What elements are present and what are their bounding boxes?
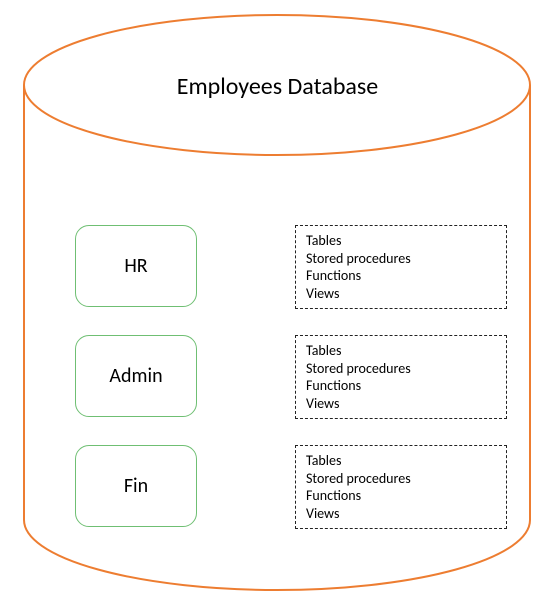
object-item: Views [306, 395, 496, 413]
schema-box-hr: HR [75, 225, 197, 307]
objects-box: Tables Stored procedures Functions Views [295, 225, 507, 309]
schema-label: Admin [109, 364, 162, 388]
database-diagram: Employees Database HR Tables Stored proc… [0, 0, 555, 598]
object-item: Tables [306, 342, 496, 360]
object-item: Functions [306, 377, 496, 395]
schema-box-fin: Fin [75, 445, 197, 527]
object-item: Views [306, 505, 496, 523]
object-item: Functions [306, 487, 496, 505]
object-item: Stored procedures [306, 250, 496, 268]
schema-label: Fin [124, 474, 148, 498]
object-item: Stored procedures [306, 470, 496, 488]
object-item: Functions [306, 267, 496, 285]
object-item: Tables [306, 232, 496, 250]
schema-box-admin: Admin [75, 335, 197, 417]
objects-box: Tables Stored procedures Functions Views [295, 335, 507, 419]
object-item: Views [306, 285, 496, 303]
database-title: Employees Database [0, 72, 555, 101]
object-item: Tables [306, 452, 496, 470]
schema-label: HR [124, 254, 147, 278]
object-item: Stored procedures [306, 360, 496, 378]
objects-box: Tables Stored procedures Functions Views [295, 445, 507, 529]
